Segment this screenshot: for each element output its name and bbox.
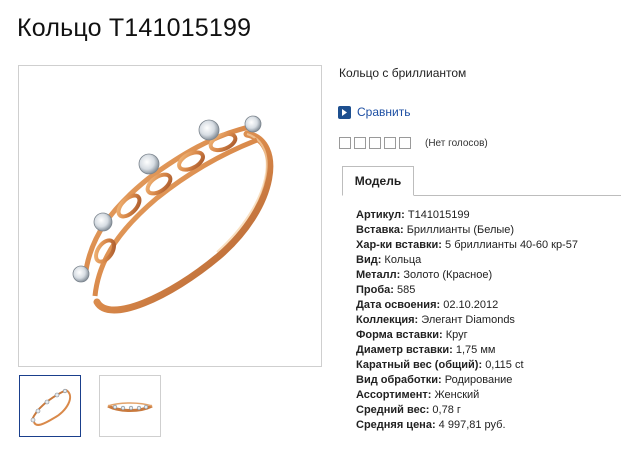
property-row: Диаметр вставки: 1,75 мм (356, 343, 578, 358)
property-value: 02.10.2012 (443, 299, 499, 311)
thumbnail-1[interactable] (19, 375, 81, 437)
properties-list: Артикул: Т141015199 Вставка: Бриллианты … (356, 208, 578, 433)
property-key: Каратный вес (общий): (356, 359, 483, 371)
product-subtitle: Кольцо с бриллиантом (339, 66, 467, 80)
thumbnail-2[interactable] (99, 375, 161, 437)
rating-widget[interactable]: (Нет голосов) (339, 137, 488, 149)
property-row: Коллекция: Элегант Diamonds (356, 313, 578, 328)
property-row: Проба: 585 (356, 283, 578, 298)
property-row: Каратный вес (общий): 0,115 ct (356, 358, 578, 373)
property-key: Средний вес: (356, 404, 430, 416)
rating-star-5[interactable] (399, 137, 411, 149)
ring-image (72, 115, 274, 314)
property-value: 585 (396, 284, 416, 296)
property-value: Элегант Diamonds (421, 314, 515, 326)
rating-star-3[interactable] (369, 137, 381, 149)
property-value: 0,78 г (432, 404, 461, 416)
property-value: Родирование (444, 374, 513, 386)
property-key: Проба: (356, 284, 394, 296)
product-main-image[interactable] (18, 65, 322, 367)
property-key: Металл: (356, 269, 401, 281)
property-key: Ассортимент: (356, 389, 432, 401)
property-key: Диаметр вставки: (356, 344, 453, 356)
property-row: Средний вес: 0,78 г (356, 403, 578, 418)
property-value: Т141015199 (407, 209, 470, 221)
property-value: 4 997,81 руб. (438, 419, 506, 431)
votes-label: (Нет голосов) (425, 137, 488, 149)
property-row: Форма вставки: Круг (356, 328, 578, 343)
property-value: Кольца (384, 254, 422, 266)
page-title: Кольцо Т141015199 (17, 14, 252, 42)
property-key: Форма вставки: (356, 329, 443, 341)
property-key: Дата освоения: (356, 299, 441, 311)
compare-link[interactable]: Сравнить (338, 105, 410, 119)
property-value: Круг (445, 329, 468, 341)
property-value: 0,115 ct (485, 359, 524, 371)
property-value: 5 бриллианты 40-60 кр-57 (445, 239, 578, 251)
property-key: Вставка: (356, 224, 404, 236)
rating-star-1[interactable] (339, 137, 351, 149)
rating-star-2[interactable] (354, 137, 366, 149)
property-row: Артикул: Т141015199 (356, 208, 578, 223)
property-value: Золото (Красное) (403, 269, 493, 281)
ring-thumbnail-top-view (30, 388, 72, 426)
property-row: Хар-ки вставки: 5 бриллианты 40-60 кр-57 (356, 238, 578, 253)
property-key: Коллекция: (356, 314, 419, 326)
compare-label: Сравнить (357, 105, 411, 119)
property-value: Женский (434, 389, 480, 401)
property-value: Бриллианты (Белые) (406, 224, 515, 236)
property-key: Хар-ки вставки: (356, 239, 442, 251)
property-row: Вставка: Бриллианты (Белые) (356, 223, 578, 238)
property-row: Ассортимент: Женский (356, 388, 578, 403)
tab-model[interactable]: Модель (342, 166, 414, 196)
arrow-right-icon (338, 105, 351, 119)
property-key: Артикул: (356, 209, 405, 221)
property-value: 1,75 мм (455, 344, 496, 356)
property-key: Вид: (356, 254, 382, 266)
ring-thumbnail-side-view (107, 402, 153, 412)
property-row: Средняя цена: 4 997,81 руб. (356, 418, 578, 433)
property-row: Металл: Золото (Красное) (356, 268, 578, 283)
property-row: Дата освоения: 02.10.2012 (356, 298, 578, 313)
property-row: Вид обработки: Родирование (356, 373, 578, 388)
property-key: Средняя цена: (356, 419, 436, 431)
property-key: Вид обработки: (356, 374, 442, 386)
property-row: Вид: Кольца (356, 253, 578, 268)
rating-star-4[interactable] (384, 137, 396, 149)
